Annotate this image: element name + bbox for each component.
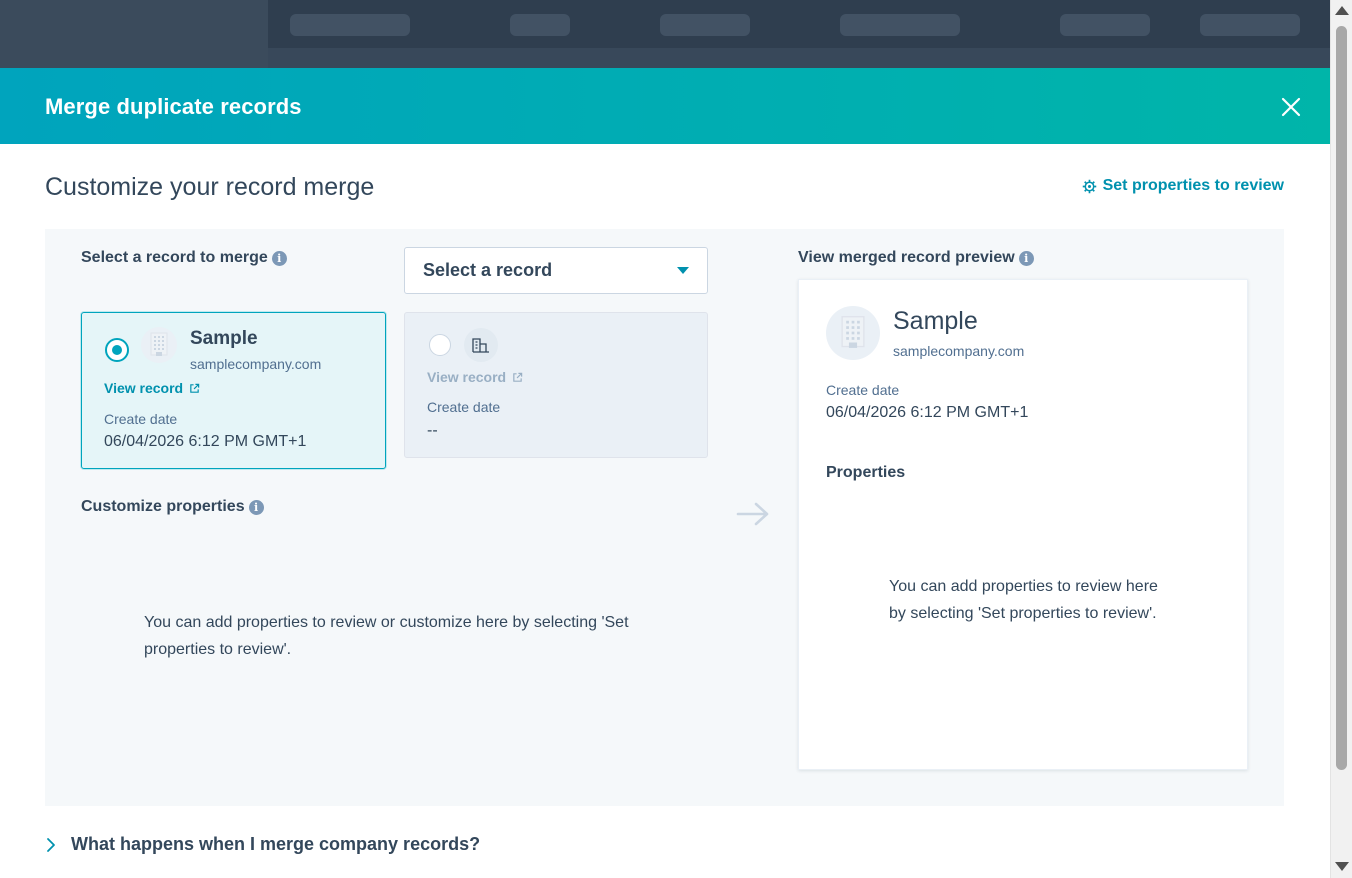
scroll-up-arrow[interactable]	[1335, 6, 1349, 15]
external-link-icon	[190, 383, 200, 393]
background-search	[290, 14, 410, 36]
background-chip	[510, 14, 570, 36]
company-avatar	[826, 306, 880, 360]
primary-record-radio[interactable]	[105, 338, 129, 362]
set-properties-button[interactable]: Set properties to review	[1082, 177, 1284, 195]
customize-empty-message: You can add properties to review or cust…	[144, 614, 629, 658]
building-icon	[841, 316, 865, 348]
select-record-label: Select a record to merge	[81, 249, 268, 266]
chevron-right-icon	[47, 837, 55, 852]
customize-properties-label: Customize properties	[81, 498, 245, 515]
view-record-label: View record	[427, 369, 507, 385]
window-scrollbar[interactable]	[1330, 0, 1352, 878]
primary-record-domain: samplecompany.com	[190, 356, 322, 372]
background-app-sidebar	[0, 0, 268, 68]
arrow-right-icon	[736, 502, 769, 526]
company-avatar	[141, 327, 177, 363]
select-record-heading: Select a record to merge i	[81, 249, 287, 267]
merge-faq-toggle[interactable]: What happens when I merge company record…	[45, 834, 480, 855]
background-app-bar	[0, 0, 1330, 68]
company-avatar	[464, 328, 498, 362]
preview-record-domain: samplecompany.com	[893, 343, 1025, 359]
record-select-value: Select a record	[423, 260, 553, 280]
faq-question: What happens when I merge company record…	[71, 834, 481, 854]
view-record-label: View record	[104, 380, 184, 396]
chevron-down-icon	[677, 267, 689, 274]
primary-view-record-link[interactable]: View record	[104, 380, 200, 396]
building-icon	[150, 332, 168, 356]
merge-panel: Select a record to merge i Select a reco…	[45, 229, 1284, 806]
info-icon[interactable]: i	[1018, 250, 1034, 266]
primary-create-date: 06/04/2026 6:12 PM GMT+1	[104, 433, 307, 450]
merged-preview-card: Sample samplecompany.com Create date 06/…	[798, 279, 1248, 770]
modal-header: Merge duplicate records	[0, 68, 1330, 144]
secondary-create-date-label: Create date	[427, 399, 501, 415]
background-subbar	[268, 48, 1330, 68]
customize-properties-heading: Customize properties i	[81, 498, 264, 516]
preview-heading: View merged record preview i	[798, 249, 1034, 267]
background-account	[1200, 14, 1300, 36]
modal-title: Merge duplicate records	[45, 94, 302, 119]
preview-label: View merged record preview	[798, 249, 1015, 266]
info-icon[interactable]: i	[248, 499, 264, 515]
scrollbar-thumb[interactable]	[1336, 26, 1347, 770]
primary-record-card[interactable]: Sample samplecompany.com View record Cre…	[81, 312, 386, 469]
background-icons	[840, 14, 960, 36]
preview-create-date: 06/04/2026 6:12 PM GMT+1	[826, 404, 1029, 421]
preview-properties-heading: Properties	[826, 464, 906, 481]
preview-create-date-label: Create date	[826, 382, 900, 398]
record-select-dropdown[interactable]: Select a record	[404, 247, 708, 294]
info-icon[interactable]: i	[271, 250, 287, 266]
background-chip	[660, 14, 750, 36]
preview-empty-message: You can add properties to review here by…	[889, 578, 1158, 622]
background-chip	[1060, 14, 1150, 36]
set-properties-label: Set properties to review	[1102, 177, 1284, 194]
preview-record-name: Sample	[893, 307, 978, 335]
secondary-view-record-link[interactable]: View record	[427, 369, 523, 385]
close-button[interactable]	[1276, 92, 1306, 122]
secondary-record-card[interactable]: View record Create date --	[404, 312, 708, 458]
building-icon	[472, 338, 489, 353]
secondary-create-date: --	[427, 422, 438, 439]
primary-create-date-label: Create date	[104, 411, 178, 427]
primary-record-name: Sample	[190, 328, 258, 349]
merge-modal: Merge duplicate records Customize your r…	[0, 68, 1330, 878]
page-title: Customize your record merge	[45, 173, 375, 201]
close-icon	[1281, 97, 1301, 117]
external-link-icon	[513, 372, 523, 382]
secondary-record-radio[interactable]	[429, 334, 451, 356]
gear-icon	[1082, 179, 1096, 193]
scroll-down-arrow[interactable]	[1335, 862, 1349, 871]
